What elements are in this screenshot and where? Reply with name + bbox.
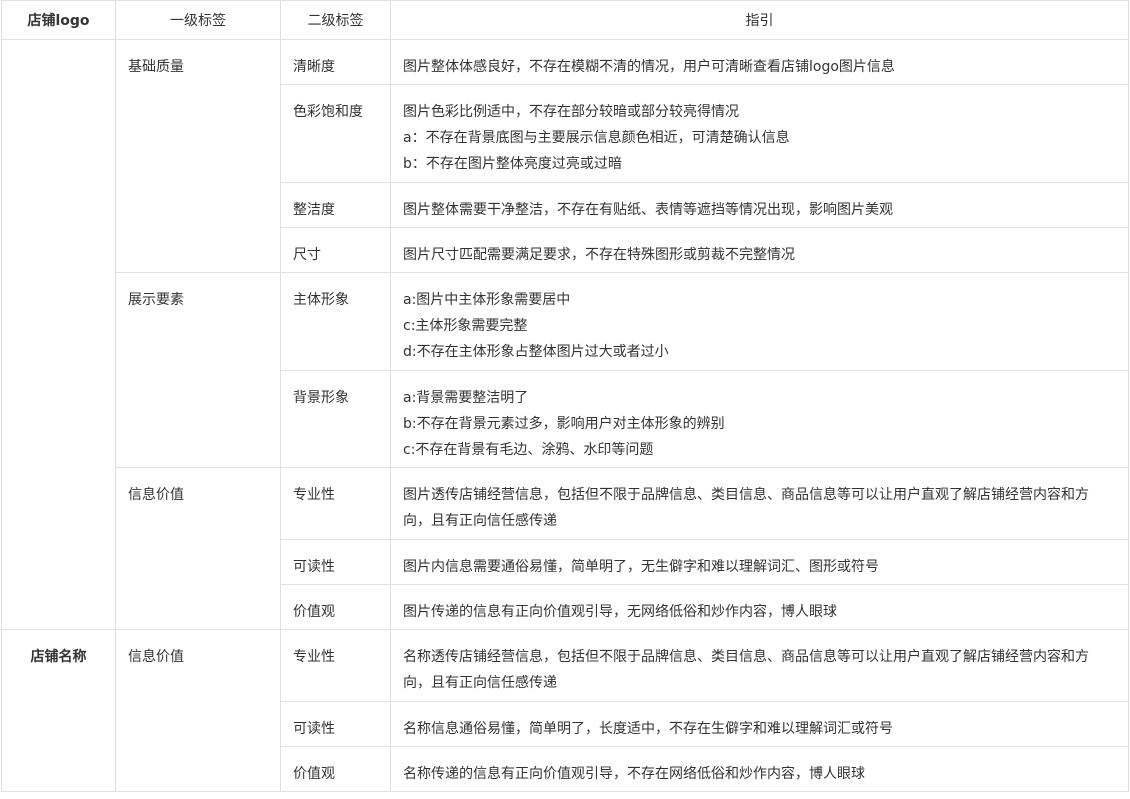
guide-line: 图片尺寸匹配需要满足要求，不存在特殊图形或剪裁不完整情况 [403, 247, 795, 263]
header-store-logo: 店铺logo [1, 0, 116, 40]
header-row: 店铺logo 一级标签 二级标签 指引 [1, 0, 1129, 40]
guide-line: d:不存在主体形象占整体图片过大或者过小 [403, 344, 669, 360]
level2-cell: 主体形象 [280, 272, 391, 371]
guide-line: c:不存在背景有毛边、涂鸦、水印等问题 [403, 442, 654, 458]
guide-line: b:不存在背景元素过多，影响用户对主体形象的辨别 [403, 416, 725, 432]
guide-cell: 名称传递的信息有正向价值观引导，不存在网络低俗和炒作内容，博人眼球 [390, 746, 1129, 792]
guide-line: 图片透传店铺经营信息，包括但不限于品牌信息、类目信息、商品信息等可以让用户直观了… [403, 487, 1089, 529]
header-guide: 指引 [390, 0, 1129, 40]
category-cell-logo [1, 39, 116, 630]
guide-cell: 名称信息通俗易懂，简单明了，长度适中，不存在生僻字和难以理解词汇或符号 [390, 701, 1129, 747]
guide-line: 名称传递的信息有正向价值观引导，不存在网络低俗和炒作内容，博人眼球 [403, 766, 865, 782]
category-cell-store-name: 店铺名称 [1, 629, 116, 792]
level1-cell: 展示要素 [115, 272, 281, 468]
guide-cell: 图片内信息需要通俗易懂，简单明了，无生僻字和难以理解词汇、图形或符号 [390, 539, 1129, 585]
guide-cell: 图片传递的信息有正向价值观引导，无网络低俗和炒作内容，博人眼球 [390, 584, 1129, 630]
guide-line: c:主体形象需要完整 [403, 318, 528, 334]
table-row: 信息价值 专业性 图片透传店铺经营信息，包括但不限于品牌信息、类目信息、商品信息… [2, 467, 1129, 630]
guide-line: 图片色彩比例适中，不存在部分较暗或部分较亮得情况 [403, 104, 739, 120]
guide-cell: 图片整体体感良好，不存在模糊不清的情况，用户可清晰查看店铺logo图片信息 [390, 39, 1129, 85]
guide-line: 图片传递的信息有正向价值观引导，无网络低俗和炒作内容，博人眼球 [403, 604, 837, 620]
level1-cell: 基础质量 [115, 39, 281, 273]
guide-line: b：不存在图片整体亮度过亮或过暗 [403, 156, 622, 172]
guide-cell: 图片整体需要干净整洁，不存在有贴纸、表情等遮挡等情况出现，影响图片美观 [390, 182, 1129, 228]
guide-line: a:背景需要整洁明了 [403, 390, 529, 406]
table-row: 展示要素 主体形象 a:图片中主体形象需要居中 c:主体形象需要完整 d:不存在… [2, 272, 1129, 468]
guide-line: 名称透传店铺经营信息，包括但不限于品牌信息、类目信息、商品信息等可以让用户直观了… [403, 649, 1089, 691]
level2-cell: 背景形象 [280, 370, 391, 468]
level2-cell: 色彩饱和度 [280, 84, 391, 183]
level2-cell: 专业性 [280, 629, 391, 702]
level2-cell: 清晰度 [280, 39, 391, 85]
level2-cell: 尺寸 [280, 227, 391, 273]
table-row: 基础质量 清晰度 图片整体体感良好，不存在模糊不清的情况，用户可清晰查看店铺lo… [1, 39, 1129, 630]
level2-cell: 价值观 [280, 746, 391, 792]
guide-cell: 名称透传店铺经营信息，包括但不限于品牌信息、类目信息、商品信息等可以让用户直观了… [390, 629, 1129, 702]
header-level2-tag: 二级标签 [280, 0, 391, 40]
level2-cell: 专业性 [280, 467, 391, 540]
level2-cell: 可读性 [280, 701, 391, 747]
guide-line: 图片整体体感良好，不存在模糊不清的情况，用户可清晰查看店铺logo图片信息 [403, 59, 895, 75]
table-row: 店铺名称 信息价值 专业性 名称透传店铺经营信息，包括但不限于品牌信息、类目信息… [1, 629, 1129, 792]
guide-cell: a:图片中主体形象需要居中 c:主体形象需要完整 d:不存在主体形象占整体图片过… [390, 272, 1129, 371]
guide-line: 名称信息通俗易懂，简单明了，长度适中，不存在生僻字和难以理解词汇或符号 [403, 721, 893, 737]
guideline-table: 店铺logo 一级标签 二级标签 指引 基础质量 清晰度 图片整体体感良好，不存… [1, 0, 1129, 792]
level1-cell: 信息价值 [115, 467, 281, 630]
guide-line: a:图片中主体形象需要居中 [403, 292, 571, 308]
guide-line: 图片整体需要干净整洁，不存在有贴纸、表情等遮挡等情况出现，影响图片美观 [403, 202, 893, 218]
guide-cell: 图片透传店铺经营信息，包括但不限于品牌信息、类目信息、商品信息等可以让用户直观了… [390, 467, 1129, 540]
header-level1-tag: 一级标签 [115, 0, 281, 40]
guide-cell: a:背景需要整洁明了 b:不存在背景元素过多，影响用户对主体形象的辨别 c:不存… [390, 370, 1129, 468]
level2-cell: 可读性 [280, 539, 391, 585]
guide-line: 图片内信息需要通俗易懂，简单明了，无生僻字和难以理解词汇、图形或符号 [403, 559, 879, 575]
level2-cell: 整洁度 [280, 182, 391, 228]
level1-cell: 信息价值 [115, 629, 281, 792]
guide-line: a：不存在背景底图与主要展示信息颜色相近，可清楚确认信息 [403, 130, 790, 146]
guide-cell: 图片色彩比例适中，不存在部分较暗或部分较亮得情况 a：不存在背景底图与主要展示信… [390, 84, 1129, 183]
level2-cell: 价值观 [280, 584, 391, 630]
guide-cell: 图片尺寸匹配需要满足要求，不存在特殊图形或剪裁不完整情况 [390, 227, 1129, 273]
